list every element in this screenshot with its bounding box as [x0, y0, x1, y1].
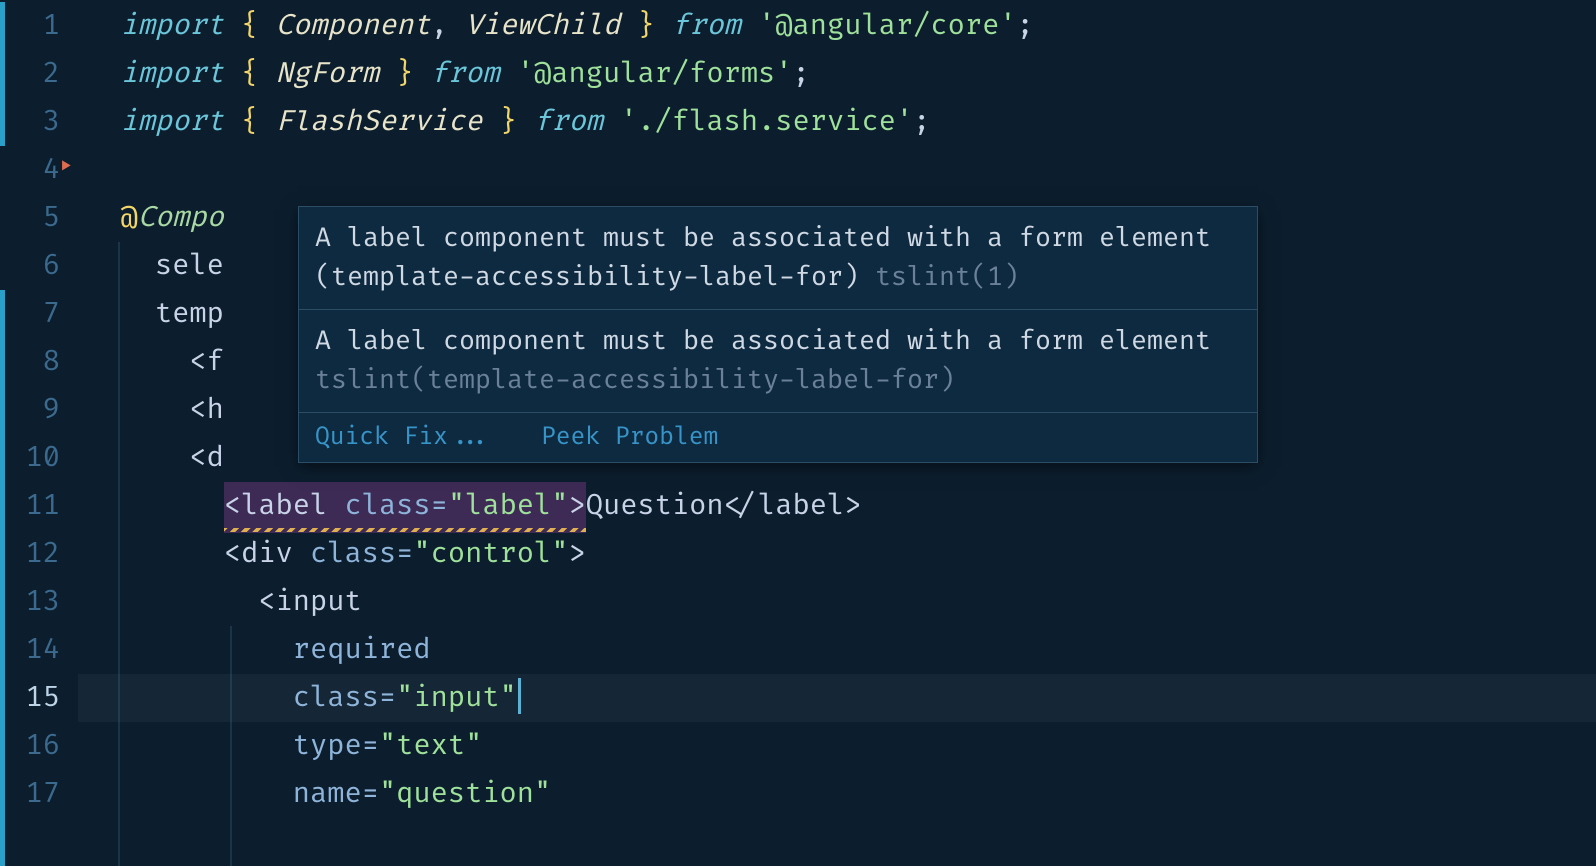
problem-hover-tooltip: A label component must be associated wit… — [298, 206, 1258, 463]
line-number: 15 — [0, 674, 78, 722]
code-line[interactable]: import { Component, ViewChild } from '@a… — [78, 2, 1596, 50]
line-number: 10 — [0, 434, 78, 482]
hover-message: A label component must be associated wit… — [299, 310, 1257, 413]
line-number-gutter: 1 2 3 4 5 6 7 8 9 10 11 12 13 14 15 16 1… — [0, 0, 78, 864]
line-number: 14 — [0, 626, 78, 674]
code-line[interactable]: class="input" — [78, 674, 1596, 722]
fold-arrow-icon[interactable]: ▸ — [60, 153, 73, 180]
quick-fix-link[interactable]: Quick Fix... — [315, 423, 492, 452]
hover-message: A label component must be associated wit… — [299, 207, 1257, 310]
line-number: 16 — [0, 722, 78, 770]
hover-actions: Quick Fix... Peek Problem — [299, 413, 1257, 462]
line-number: 13 — [0, 578, 78, 626]
line-number: 9 — [0, 386, 78, 434]
code-line[interactable]: <div class="control"> — [78, 530, 1596, 578]
line-number: 1 — [0, 2, 78, 50]
code-line[interactable]: <input — [78, 578, 1596, 626]
line-number: 3 — [0, 98, 78, 146]
line-number: 5 — [0, 194, 78, 242]
code-line[interactable]: <label class="label">Question</label> — [78, 482, 1596, 530]
code-line[interactable]: name="question" — [78, 770, 1596, 818]
peek-problem-link[interactable]: Peek Problem — [541, 423, 718, 452]
code-line[interactable]: required — [78, 626, 1596, 674]
code-line[interactable] — [78, 146, 1596, 194]
line-number: 11 — [0, 482, 78, 530]
line-number: 2 — [0, 50, 78, 98]
line-number: 12 — [0, 530, 78, 578]
line-number: 7 — [0, 290, 78, 338]
code-line[interactable]: import { NgForm } from '@angular/forms'; — [78, 50, 1596, 98]
code-text-area[interactable]: import { Component, ViewChild } from '@a… — [78, 0, 1596, 864]
code-line[interactable]: type="text" — [78, 722, 1596, 770]
line-number: 17 — [0, 770, 78, 818]
lint-warning-range[interactable]: <label class="label"> — [224, 482, 586, 533]
line-number: 8 — [0, 338, 78, 386]
line-number: 6 — [0, 242, 78, 290]
text-cursor — [518, 678, 521, 714]
code-editor[interactable]: 1 2 3 4 5 6 7 8 9 10 11 12 13 14 15 16 1… — [0, 0, 1596, 864]
code-line[interactable]: import { FlashService } from './flash.se… — [78, 98, 1596, 146]
